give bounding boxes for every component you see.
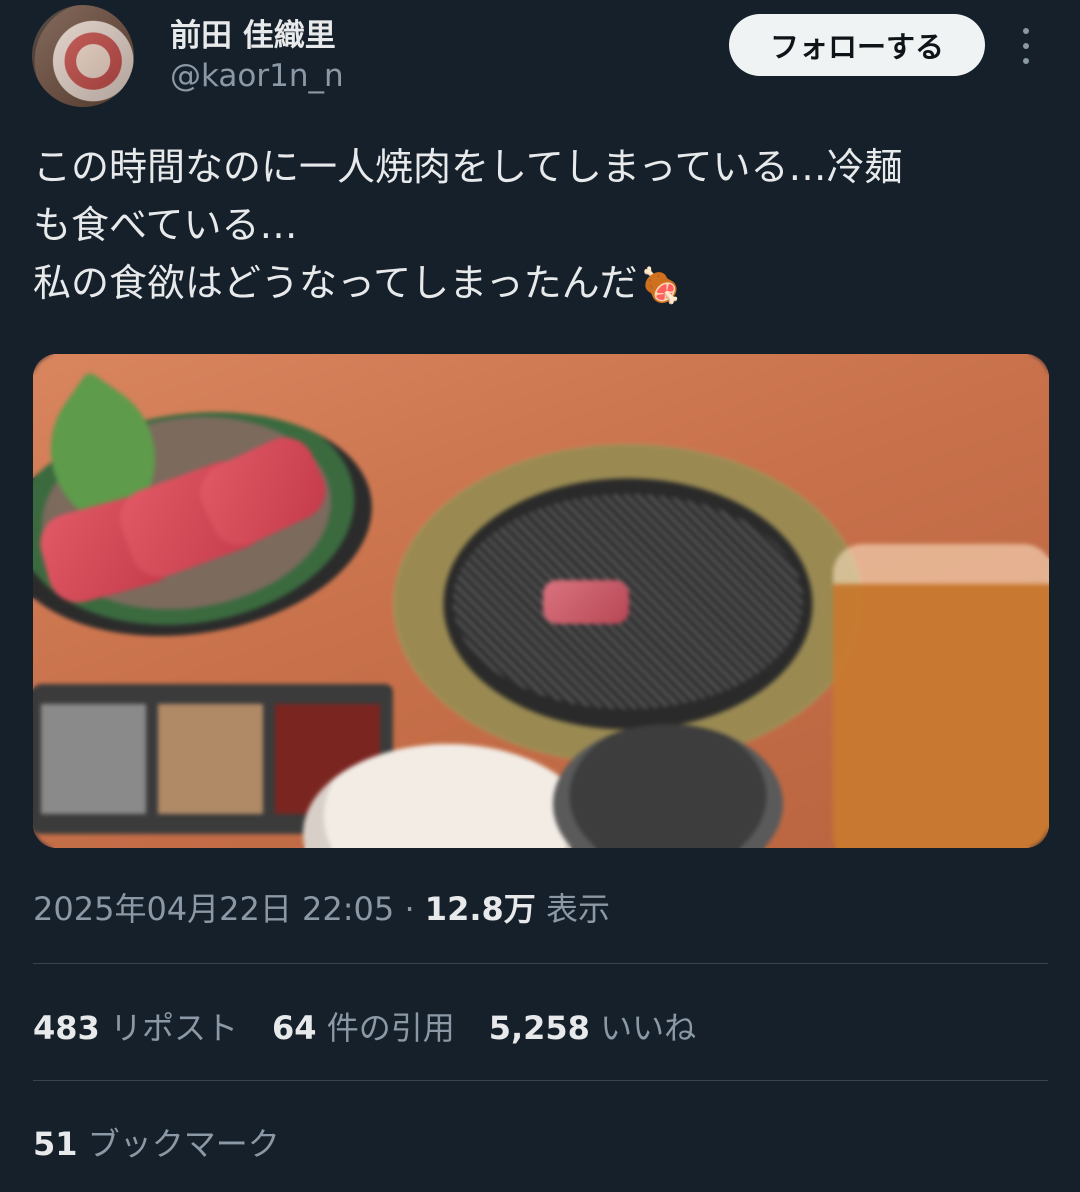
bookmarks-label: ブックマーク (87, 1125, 280, 1163)
tweet-line: 私の食欲はどうなってしまったんだ🍖 (33, 254, 1043, 315)
quotes-label: 件の引用 (326, 1009, 455, 1047)
quotes-stat[interactable]: 64 件の引用 (272, 1003, 455, 1049)
divider (33, 963, 1048, 964)
likes-label: いいね (600, 1009, 697, 1047)
views-count: 12.8万 (424, 890, 536, 928)
tweet-line: も食べている… (33, 203, 298, 247)
tweet-photo[interactable] (33, 354, 1049, 848)
reposts-count: 483 (33, 1009, 100, 1047)
meta-separator: · (394, 890, 425, 928)
reposts-stat[interactable]: 483 リポスト (33, 1003, 238, 1049)
reposts-label: リポスト (109, 1009, 238, 1047)
views-label: 表示 (545, 890, 610, 928)
tweet-text: この時間なのに一人焼肉をしてしまっている…冷麺 も食べている… 私の食欲はどうな… (33, 138, 1043, 315)
display-name[interactable]: 前田 佳織里 (170, 10, 336, 55)
bookmarks-stat[interactable]: 51 ブックマーク (33, 1119, 280, 1165)
bookmarks-count: 51 (33, 1125, 78, 1163)
avatar[interactable] (32, 5, 134, 107)
meat-on-bone-icon: 🍖 (639, 265, 682, 306)
more-options-icon[interactable] (1018, 28, 1034, 64)
tweet-line: この時間なのに一人焼肉をしてしまっている…冷麺 (33, 145, 903, 189)
timestamp[interactable]: 2025年04月22日 22:05 (33, 890, 394, 928)
engagement-stats: 483 リポスト 64 件の引用 5,258 いいね (33, 1003, 696, 1049)
user-handle[interactable]: @kaor1n_n (170, 58, 344, 94)
likes-count: 5,258 (488, 1009, 590, 1047)
divider (33, 1080, 1048, 1081)
tweet-line-text: 私の食欲はどうなってしまったんだ (33, 261, 638, 305)
tweet-meta: 2025年04月22日 22:05 · 12.8万 表示 (33, 884, 610, 930)
follow-button[interactable]: フォローする (729, 14, 985, 76)
likes-stat[interactable]: 5,258 いいね (489, 1003, 696, 1049)
quotes-count: 64 (271, 1009, 317, 1047)
